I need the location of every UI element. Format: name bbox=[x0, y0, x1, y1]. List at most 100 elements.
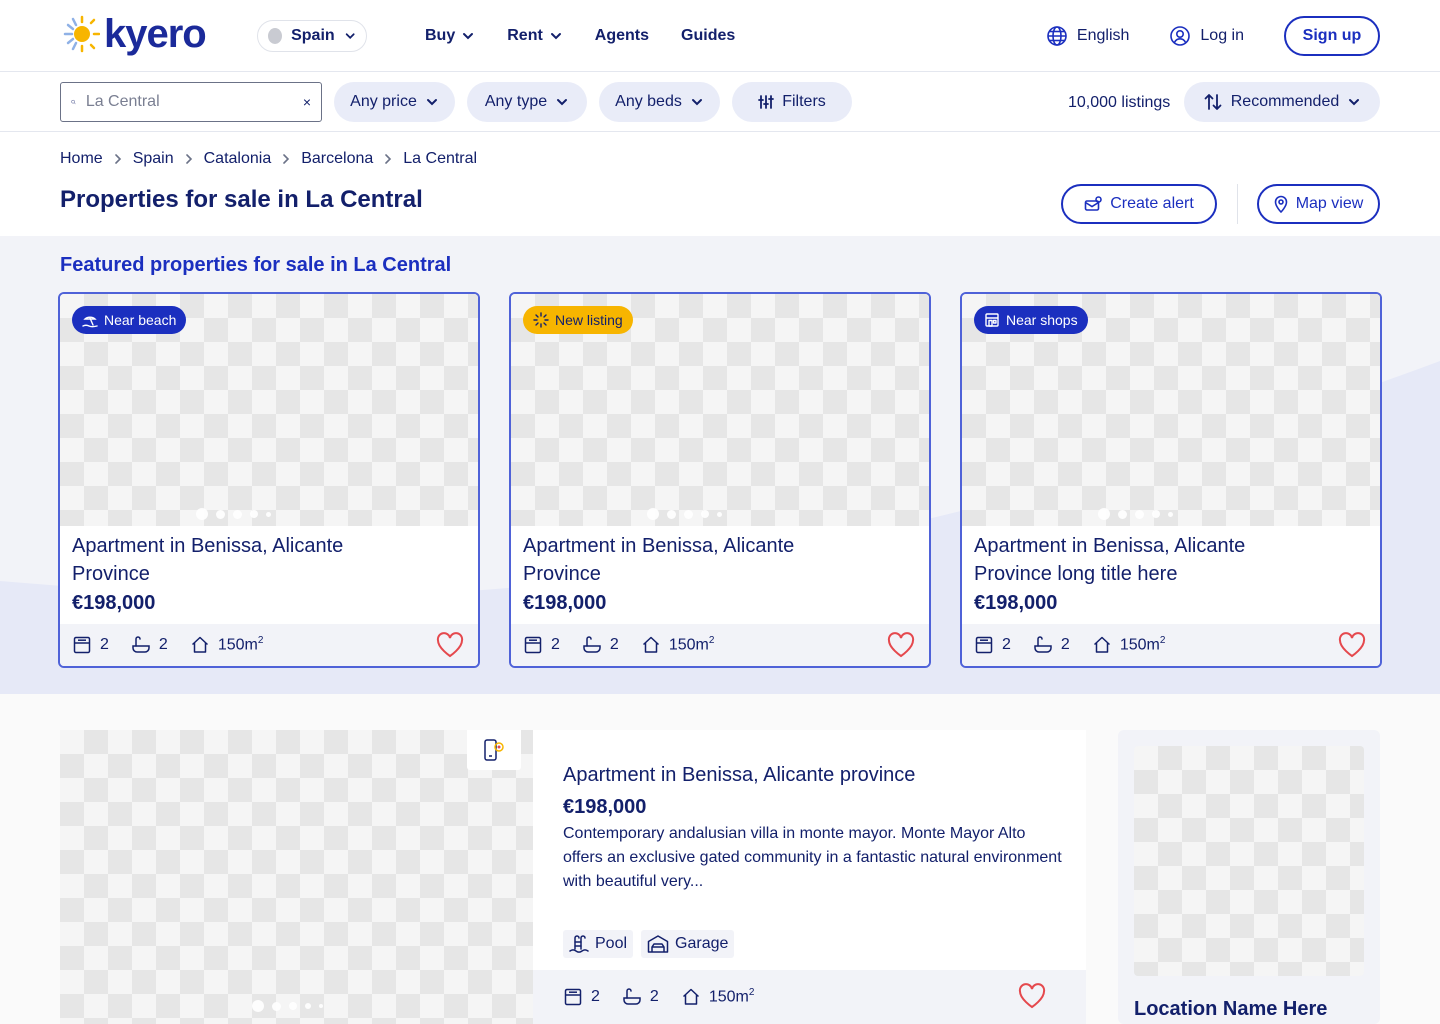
breadcrumb-spain[interactable]: Spain bbox=[133, 150, 174, 168]
heart-icon[interactable] bbox=[436, 632, 464, 658]
login-link[interactable]: Log in bbox=[1169, 25, 1244, 47]
virtual-tour-badge[interactable] bbox=[467, 730, 521, 770]
sort-selector[interactable]: Recommended bbox=[1184, 82, 1380, 122]
beds-filter-label: Any beds bbox=[615, 93, 682, 110]
chevron-down-icon bbox=[550, 33, 561, 40]
page-title: Properties for sale in La Central bbox=[60, 186, 423, 213]
featured-card[interactable]: New listing Apartment in Benissa, Alican… bbox=[509, 292, 931, 668]
breadcrumb-catalonia[interactable]: Catalonia bbox=[204, 150, 272, 168]
sun-logo-icon bbox=[63, 15, 100, 53]
listing-price: €198,000 bbox=[563, 796, 647, 818]
carousel-dots[interactable] bbox=[196, 508, 271, 520]
property-price: €198,000 bbox=[523, 592, 607, 614]
location-name[interactable]: Location Name Here bbox=[1134, 998, 1327, 1021]
alert-envelope-icon bbox=[1084, 196, 1103, 211]
map-view-label: Map view bbox=[1295, 195, 1364, 212]
country-selector[interactable]: Spain bbox=[257, 20, 367, 52]
map-view-button[interactable]: Map view bbox=[1257, 184, 1380, 224]
bath-icon bbox=[623, 988, 641, 1005]
bathrooms: 2 bbox=[622, 987, 659, 1007]
site-header: kyero Spain Buy Rent Agents Guides Engli… bbox=[0, 0, 1440, 72]
property-title[interactable]: Apartment in Benissa, Alicante Province bbox=[72, 532, 402, 588]
garage-icon bbox=[647, 935, 669, 953]
location-search[interactable]: × bbox=[60, 82, 322, 122]
language-label: English bbox=[1076, 27, 1130, 44]
virtual-tour-icon bbox=[484, 739, 504, 761]
bedrooms: 2 bbox=[974, 635, 1011, 655]
nav-guides-label: Guides bbox=[681, 27, 736, 44]
location-photo bbox=[1134, 746, 1364, 976]
featured-card[interactable]: Near beach Apartment in Benissa, Alicant… bbox=[58, 292, 480, 668]
language-selector[interactable]: English bbox=[1046, 25, 1129, 47]
shop-icon bbox=[985, 313, 999, 327]
sort-label: Recommended bbox=[1230, 93, 1340, 110]
property-features: 2 2 150m2 bbox=[962, 624, 1380, 666]
bedrooms: 2 bbox=[563, 987, 600, 1007]
property-features: 2 2 150m2 bbox=[511, 624, 929, 666]
sort-arrows-icon bbox=[1204, 94, 1222, 110]
property-title[interactable]: Apartment in Benissa, Alicante Province … bbox=[974, 532, 1304, 588]
bedrooms: 2 bbox=[523, 635, 560, 655]
price-filter-label: Any price bbox=[350, 93, 417, 110]
create-alert-button[interactable]: Create alert bbox=[1061, 184, 1217, 224]
filter-bar: × Any price Any type Any beds Filters 10… bbox=[0, 72, 1440, 132]
heart-icon[interactable] bbox=[1338, 632, 1366, 658]
bathrooms: 2 bbox=[131, 635, 168, 655]
badge-near-beach: Near beach bbox=[72, 306, 187, 334]
featured-card[interactable]: Near shops Apartment in Benissa, Alicant… bbox=[960, 292, 1382, 668]
carousel-dots[interactable] bbox=[647, 508, 722, 520]
featured-section: Featured properties for sale in La Centr… bbox=[0, 236, 1440, 694]
property-title[interactable]: Apartment in Benissa, Alicante Province bbox=[523, 532, 853, 588]
listing-title[interactable]: Apartment in Benissa, Alicante province bbox=[563, 764, 915, 787]
bed-icon bbox=[564, 988, 582, 1006]
search-input[interactable] bbox=[85, 93, 293, 111]
heart-icon[interactable] bbox=[1018, 983, 1046, 1009]
nav-rent[interactable]: Rent bbox=[507, 24, 563, 48]
nav-guides[interactable]: Guides bbox=[681, 24, 735, 48]
chevron-down-icon bbox=[426, 99, 437, 106]
badge-near-shops: Near shops bbox=[974, 306, 1088, 334]
property-price: €198,000 bbox=[974, 592, 1058, 614]
listing-card[interactable]: Apartment in Benissa, Alicante province … bbox=[533, 730, 1086, 1024]
listing-features: 2 2 150m2 bbox=[533, 970, 1086, 1024]
beds-filter[interactable]: Any beds bbox=[599, 82, 720, 122]
carousel-dots[interactable] bbox=[1098, 508, 1173, 520]
chevron-right-icon bbox=[383, 154, 393, 164]
login-label: Log in bbox=[1200, 27, 1244, 44]
breadcrumb-home[interactable]: Home bbox=[60, 150, 103, 168]
actions-divider bbox=[1237, 184, 1238, 224]
type-filter[interactable]: Any type bbox=[467, 82, 587, 122]
bath-icon bbox=[132, 636, 150, 653]
location-card[interactable]: Location Name Here bbox=[1118, 730, 1380, 1024]
flag-icon bbox=[268, 28, 283, 44]
heart-icon[interactable] bbox=[887, 632, 915, 658]
chevron-right-icon bbox=[113, 154, 123, 164]
user-circle-icon bbox=[1170, 26, 1191, 46]
property-features: 2 2 150m2 bbox=[60, 624, 478, 666]
chevron-right-icon bbox=[184, 154, 194, 164]
logo-wordmark: kyero bbox=[104, 12, 207, 56]
price-filter[interactable]: Any price bbox=[334, 82, 455, 122]
globe-icon bbox=[1047, 26, 1067, 46]
carousel-dots[interactable] bbox=[252, 1000, 323, 1012]
clear-search-button[interactable]: × bbox=[303, 94, 311, 110]
tag-garage: Garage bbox=[641, 930, 735, 958]
signup-button[interactable]: Sign up bbox=[1284, 16, 1380, 56]
listing-tags: Pool Garage bbox=[563, 930, 735, 958]
house-icon bbox=[642, 636, 659, 653]
nav-agents[interactable]: Agents bbox=[595, 24, 649, 48]
listing-photo[interactable] bbox=[60, 730, 533, 1024]
kyero-logo[interactable]: kyero bbox=[60, 12, 207, 56]
breadcrumb-la-central: La Central bbox=[403, 150, 478, 167]
breadcrumb-barcelona[interactable]: Barcelona bbox=[301, 150, 373, 168]
badge-new-listing: New listing bbox=[523, 306, 633, 334]
nav-buy[interactable]: Buy bbox=[425, 24, 475, 48]
nav-buy-label: Buy bbox=[425, 27, 456, 44]
breadcrumb: Home Spain Catalonia Barcelona La Centra… bbox=[60, 150, 477, 168]
search-icon bbox=[71, 99, 76, 105]
main-nav: Buy Rent Agents Guides bbox=[425, 24, 767, 48]
create-alert-label: Create alert bbox=[1110, 195, 1194, 212]
more-filters-label: Filters bbox=[782, 93, 826, 110]
more-filters-button[interactable]: Filters bbox=[732, 82, 852, 122]
chevron-down-icon bbox=[557, 99, 568, 106]
